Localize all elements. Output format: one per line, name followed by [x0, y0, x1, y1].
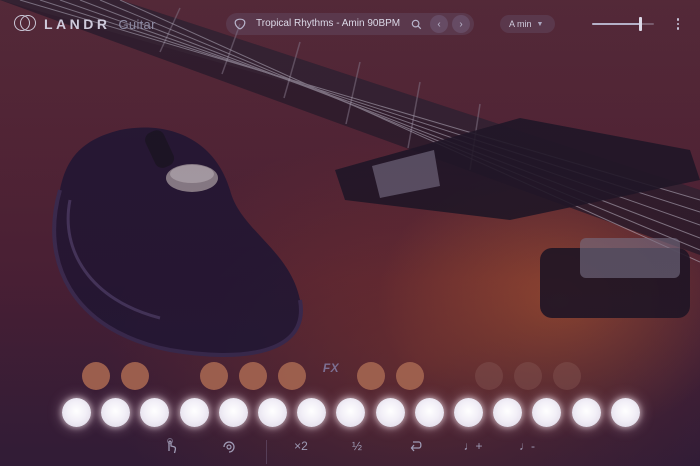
- note-up-button[interactable]: ♩+: [462, 436, 484, 456]
- note-pad[interactable]: [376, 398, 405, 427]
- note-pad[interactable]: [454, 398, 483, 427]
- half-speed-label: ½: [351, 439, 362, 453]
- chord-pad[interactable]: [278, 362, 306, 390]
- note-pad-row: [0, 396, 700, 430]
- strum-icon[interactable]: [218, 436, 240, 456]
- note-pad[interactable]: [101, 398, 130, 427]
- half-speed-button[interactable]: ½: [346, 436, 368, 456]
- note-pad[interactable]: [62, 398, 91, 427]
- note-pad[interactable]: [219, 398, 248, 427]
- chevron-left-icon[interactable]: ‹: [430, 15, 448, 33]
- chevron-down-icon: ▼: [536, 20, 544, 28]
- double-speed-label: ×2: [294, 439, 308, 453]
- note-pad[interactable]: [336, 398, 365, 427]
- product-name: Guitar: [118, 16, 156, 32]
- chevron-right-icon[interactable]: ›: [452, 15, 470, 33]
- note-down-button[interactable]: ♩-: [516, 436, 538, 456]
- note-pad[interactable]: [572, 398, 601, 427]
- chord-pad[interactable]: [514, 362, 542, 390]
- brand-name: LANDR: [44, 16, 111, 32]
- note-pad[interactable]: [258, 398, 287, 427]
- undo-icon[interactable]: [405, 436, 427, 456]
- note-pad[interactable]: [415, 398, 444, 427]
- preset-name[interactable]: Tropical Rhythms - Amin 90BPM: [256, 18, 400, 29]
- finger-tap-icon[interactable]: [160, 436, 182, 456]
- note-up-label: ♩+: [463, 439, 483, 453]
- more-menu-icon[interactable]: [672, 15, 684, 33]
- key-dropdown[interactable]: A min ▼: [500, 15, 555, 33]
- preset-selector[interactable]: Tropical Rhythms - Amin 90BPM ‹ ›: [226, 13, 474, 35]
- chord-pad[interactable]: [553, 362, 581, 390]
- volume-fill: [592, 23, 641, 25]
- key-value: A min: [509, 19, 532, 29]
- chord-pad[interactable]: [357, 362, 385, 390]
- app-logo: LANDR Guitar: [14, 14, 156, 34]
- chord-pad[interactable]: [200, 362, 228, 390]
- chord-pad[interactable]: [239, 362, 267, 390]
- search-icon[interactable]: [408, 16, 424, 32]
- chord-pad[interactable]: [475, 362, 503, 390]
- chord-pad[interactable]: [121, 362, 149, 390]
- note-pad[interactable]: [493, 398, 522, 427]
- top-bar: LANDR Guitar Tropical Rhythms - Amin 90B…: [0, 0, 700, 48]
- chord-pad-row: [0, 360, 700, 392]
- double-speed-button[interactable]: ×2: [290, 436, 312, 456]
- note-down-label: ♩-: [519, 439, 535, 453]
- control-divider: [266, 440, 267, 464]
- note-pad[interactable]: [297, 398, 326, 427]
- fx-label[interactable]: FX: [318, 361, 344, 375]
- note-pad[interactable]: [140, 398, 169, 427]
- chord-pad[interactable]: [396, 362, 424, 390]
- guitar-pick-icon: [232, 16, 248, 32]
- note-pad[interactable]: [611, 398, 640, 427]
- chord-pad[interactable]: [82, 362, 110, 390]
- volume-thumb[interactable]: [638, 17, 642, 31]
- landr-logo-icon: [14, 14, 36, 34]
- volume-slider[interactable]: [592, 16, 654, 32]
- control-bar: ×2 ½ ♩+ ♩-: [0, 432, 700, 462]
- note-pad[interactable]: [532, 398, 561, 427]
- note-pad[interactable]: [180, 398, 209, 427]
